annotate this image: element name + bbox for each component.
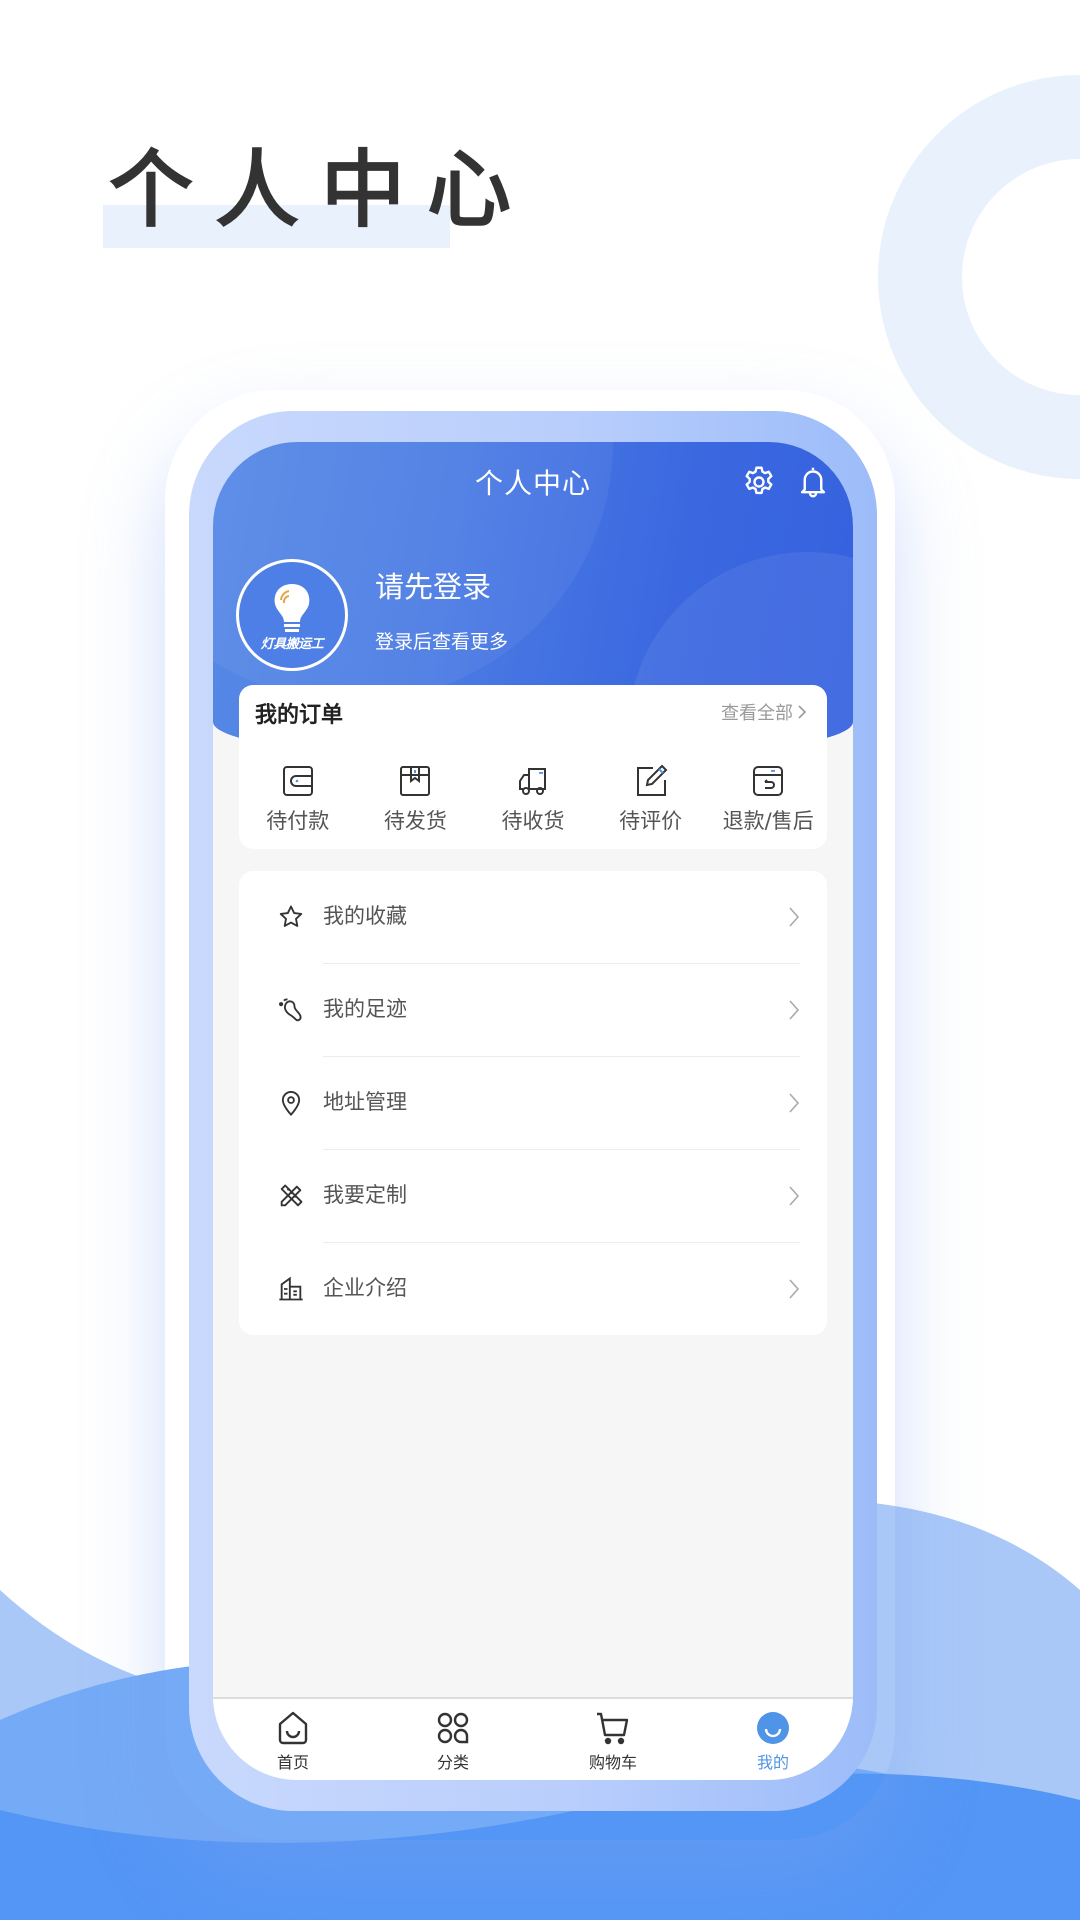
chevron-right-icon: [789, 1093, 800, 1113]
order-item-label: 待评价: [619, 809, 683, 833]
return-box-icon: [753, 766, 784, 796]
menu-item-customize[interactable]: 我要定制: [239, 1150, 827, 1243]
order-pending-receipt[interactable]: 待收货: [474, 763, 592, 835]
menu-item-footprints[interactable]: 我的足迹: [239, 964, 827, 1057]
ruler-pencil-icon: [280, 1184, 303, 1207]
menu-item-label: 我的收藏: [323, 904, 407, 928]
order-pending-payment[interactable]: 待付款: [239, 763, 357, 835]
category-icon: [437, 1712, 469, 1744]
order-item-label: 待发货: [383, 809, 447, 833]
chevron-right-icon: [789, 907, 800, 927]
star-icon: [279, 905, 303, 927]
wallet-icon: [282, 766, 313, 796]
chevron-right-icon: [789, 1000, 800, 1020]
avatar[interactable]: 灯具搬运工: [236, 559, 348, 671]
home-icon: [278, 1711, 308, 1745]
poster-title: 个人中心: [109, 141, 534, 239]
poster-title-block: 个人中心: [103, 140, 534, 248]
settings-button[interactable]: [741, 464, 777, 500]
view-all-label: 查看全部: [721, 703, 793, 724]
building-icon: [279, 1276, 303, 1301]
lightbulb-icon: [274, 584, 310, 632]
tab-mine[interactable]: 我的: [693, 1699, 853, 1780]
footprint-icon: [278, 998, 302, 1022]
order-item-label: 待付款: [266, 809, 330, 833]
app-screen: 个人中心 灯具搬运工 请先登录 登录后查看更多 我的订单 查看全部 待付款 待发…: [213, 442, 853, 1780]
gear-icon: [745, 466, 773, 495]
tab-cart[interactable]: 购物车: [533, 1699, 693, 1780]
bell-icon: [800, 467, 826, 498]
menu-item-company[interactable]: 企业介绍: [239, 1243, 827, 1336]
menu-card: 我的收藏 我的足迹 地址管理 我要定制 企业介绍: [239, 871, 827, 1335]
orders-card: 我的订单 查看全部 待付款 待发货 待收货 待评价 退款/售后: [239, 685, 827, 849]
edit-icon: [636, 764, 667, 796]
order-pending-review[interactable]: 待评价: [592, 763, 710, 835]
menu-item-label: 地址管理: [323, 1090, 407, 1114]
location-pin-icon: [281, 1091, 301, 1117]
order-item-label: 退款/售后: [722, 809, 814, 833]
menu-item-label: 企业介绍: [323, 1276, 407, 1300]
order-status-list: 待付款 待发货 待收货 待评价 退款/售后: [239, 763, 827, 835]
profile-smile-icon: [757, 1712, 789, 1744]
tab-category[interactable]: 分类: [373, 1699, 533, 1780]
order-item-label: 待收货: [501, 809, 565, 833]
package-icon: [400, 766, 431, 796]
tab-label: 购物车: [588, 1753, 637, 1772]
menu-item-address[interactable]: 地址管理: [239, 1057, 827, 1150]
login-subtitle: 登录后查看更多: [375, 631, 509, 653]
menu-item-label: 我要定制: [323, 1183, 407, 1207]
bottom-tab-bar: 首页 分类 购物车 我的: [213, 1697, 853, 1780]
tab-label: 首页: [276, 1753, 309, 1772]
cart-icon: [597, 1712, 629, 1745]
login-prompt[interactable]: 请先登录: [375, 567, 491, 607]
notifications-button[interactable]: [795, 464, 831, 500]
chevron-right-icon: [798, 705, 807, 719]
order-refund-aftersale[interactable]: 退款/售后: [709, 763, 827, 835]
menu-item-label: 我的足迹: [323, 997, 407, 1021]
tab-label: 分类: [436, 1753, 469, 1772]
view-all-orders-link[interactable]: 查看全部: [721, 699, 807, 725]
order-pending-shipment[interactable]: 待发货: [357, 763, 475, 835]
menu-item-favorites[interactable]: 我的收藏: [239, 871, 827, 964]
avatar-brand-text: 灯具搬运工: [260, 637, 324, 652]
tab-home[interactable]: 首页: [213, 1699, 373, 1780]
truck-icon: [518, 768, 546, 795]
chevron-right-icon: [789, 1186, 800, 1206]
tab-label: 我的: [756, 1753, 789, 1772]
chevron-right-icon: [789, 1279, 800, 1299]
orders-title: 我的订单: [255, 703, 344, 728]
